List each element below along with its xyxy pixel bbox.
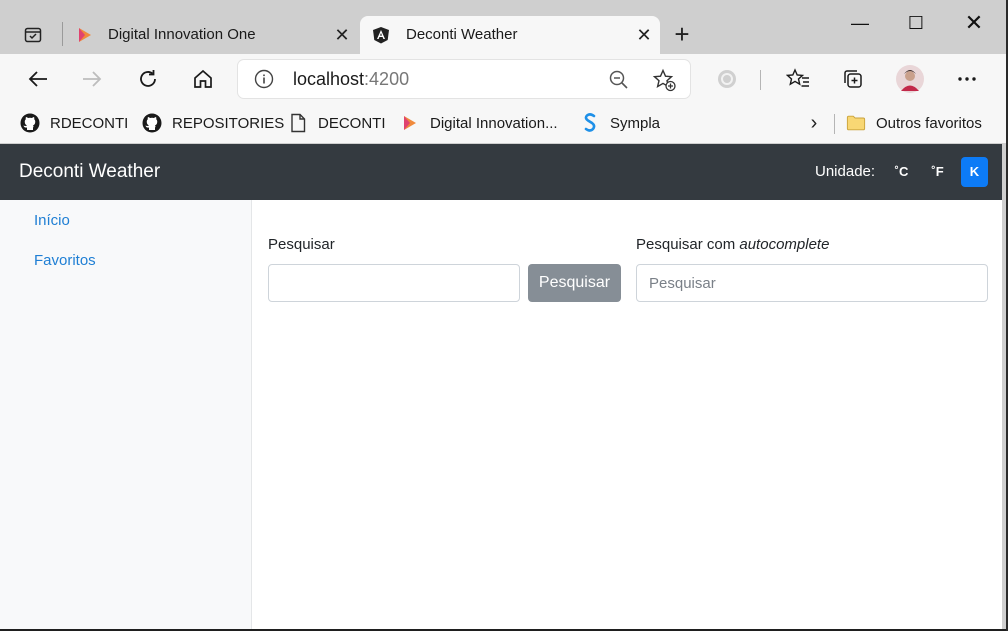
bookmark-rdeconti[interactable]: RDECONTI	[20, 110, 128, 136]
reload-icon	[140, 70, 156, 87]
main-content: Pesquisar Pesquisar Pesquisar com autoco…	[253, 200, 1002, 629]
minimize-button[interactable]: —	[840, 8, 880, 38]
address-bar[interactable]: localhost:4200	[238, 60, 690, 98]
bookmark-label: RDECONTI	[50, 114, 129, 132]
forward-arrow-icon	[83, 71, 102, 87]
app-navbar: Deconti Weather Unidade: ˚C ˚F K	[0, 144, 1002, 200]
dio-favicon-icon	[79, 28, 91, 42]
add-favorite-star-icon[interactable]	[652, 68, 676, 92]
sympla-icon	[580, 113, 600, 133]
collections-icon	[844, 70, 862, 88]
bookmarks-divider	[834, 114, 835, 134]
search-label: Pesquisar	[268, 236, 335, 253]
bookmark-label: Sympla	[610, 114, 661, 132]
sidebar-item-favoritos[interactable]: Favoritos	[34, 252, 96, 269]
app-brand[interactable]: Deconti Weather	[19, 161, 160, 183]
autocomplete-search-input[interactable]	[636, 264, 988, 302]
favorites-list-icon	[786, 68, 809, 87]
tab-strip: Digital Innovation One ✕ Deconti Weather…	[0, 0, 1006, 54]
tab-actions-button[interactable]	[18, 22, 48, 48]
close-window-button[interactable]: ✕	[954, 8, 994, 38]
collections-button[interactable]	[836, 62, 870, 96]
search-input[interactable]	[268, 264, 520, 302]
home-icon	[194, 69, 212, 88]
github-icon	[142, 113, 162, 133]
bookmark-repositories[interactable]: REPOSITORIES	[142, 110, 284, 136]
url-host: localhost	[293, 69, 365, 89]
browser-window: Digital Innovation One ✕ Deconti Weather…	[0, 0, 1006, 629]
browser-toolbar: localhost:4200	[0, 54, 1006, 104]
autocomplete-label-prefix: Pesquisar com	[636, 236, 740, 253]
toolbar-divider	[760, 70, 761, 90]
reload-button[interactable]	[131, 62, 165, 96]
bookmark-label: Outros favoritos	[876, 114, 982, 132]
sidebar-item-inicio[interactable]: Início	[34, 212, 70, 229]
autocomplete-label-em: autocomplete	[739, 236, 830, 253]
site-info-icon[interactable]	[254, 69, 274, 89]
github-icon	[20, 113, 40, 133]
bookmark-other-favorites[interactable]: Outros favoritos	[846, 110, 982, 136]
bookmark-deconti[interactable]: DECONTI	[288, 110, 386, 136]
settings-more-button[interactable]	[950, 62, 984, 96]
folder-icon	[846, 113, 866, 133]
extension-button[interactable]	[710, 62, 744, 96]
unit-kelvin-button[interactable]: K	[961, 157, 988, 187]
tab-title: Digital Innovation One	[108, 26, 256, 43]
autocomplete-label: Pesquisar com autocomplete	[636, 236, 829, 253]
tab-close-button[interactable]: ✕	[332, 25, 352, 45]
unit-label: Unidade:	[815, 163, 876, 180]
bookmarks-overflow-chevron-icon[interactable]: ›	[804, 112, 824, 134]
avatar-icon	[896, 65, 924, 93]
bookmark-label: REPOSITORIES	[172, 114, 285, 132]
new-tab-button[interactable]: +	[668, 20, 696, 48]
profile-button[interactable]	[893, 62, 927, 96]
unit-celsius-button[interactable]: ˚C	[888, 157, 915, 187]
tab-close-button[interactable]: ✕	[634, 25, 654, 45]
address-url: localhost:4200	[293, 69, 409, 90]
bookmark-label: DECONTI	[318, 114, 386, 132]
maximize-button[interactable]: ☐	[896, 8, 936, 38]
back-button[interactable]	[21, 62, 55, 96]
unit-fahrenheit-button[interactable]: ˚F	[924, 157, 951, 187]
web-page: Deconti Weather Unidade: ˚C ˚F K Início …	[0, 144, 1002, 629]
extension-icon	[718, 70, 736, 88]
zoom-out-icon[interactable]	[608, 69, 630, 91]
bookmark-sympla[interactable]: Sympla	[580, 110, 660, 136]
favorites-button[interactable]	[781, 62, 815, 96]
tab-digital-innovation-one[interactable]: Digital Innovation One ✕	[66, 16, 358, 54]
home-button[interactable]	[186, 62, 220, 96]
forward-button[interactable]	[75, 62, 109, 96]
tab-deconti-weather[interactable]: Deconti Weather ✕	[360, 16, 660, 54]
more-dots-icon	[958, 77, 976, 81]
search-button[interactable]: Pesquisar	[528, 264, 621, 302]
angular-favicon-icon	[373, 27, 389, 44]
app-sidebar: Início Favoritos	[0, 200, 252, 629]
bookmark-digital-innovation[interactable]: Digital Innovation...	[400, 110, 558, 136]
dio-icon	[400, 113, 420, 133]
bookmarks-bar: RDECONTI REPOSITORIES DECONTI Digital In…	[0, 104, 1006, 143]
tab-separator	[62, 22, 63, 46]
bookmark-label: Digital Innovation...	[430, 114, 558, 132]
tab-title: Deconti Weather	[406, 26, 518, 43]
url-port: :4200	[364, 69, 410, 89]
back-arrow-icon	[28, 71, 47, 87]
page-icon	[288, 113, 308, 133]
tab-actions-icon	[24, 27, 42, 43]
